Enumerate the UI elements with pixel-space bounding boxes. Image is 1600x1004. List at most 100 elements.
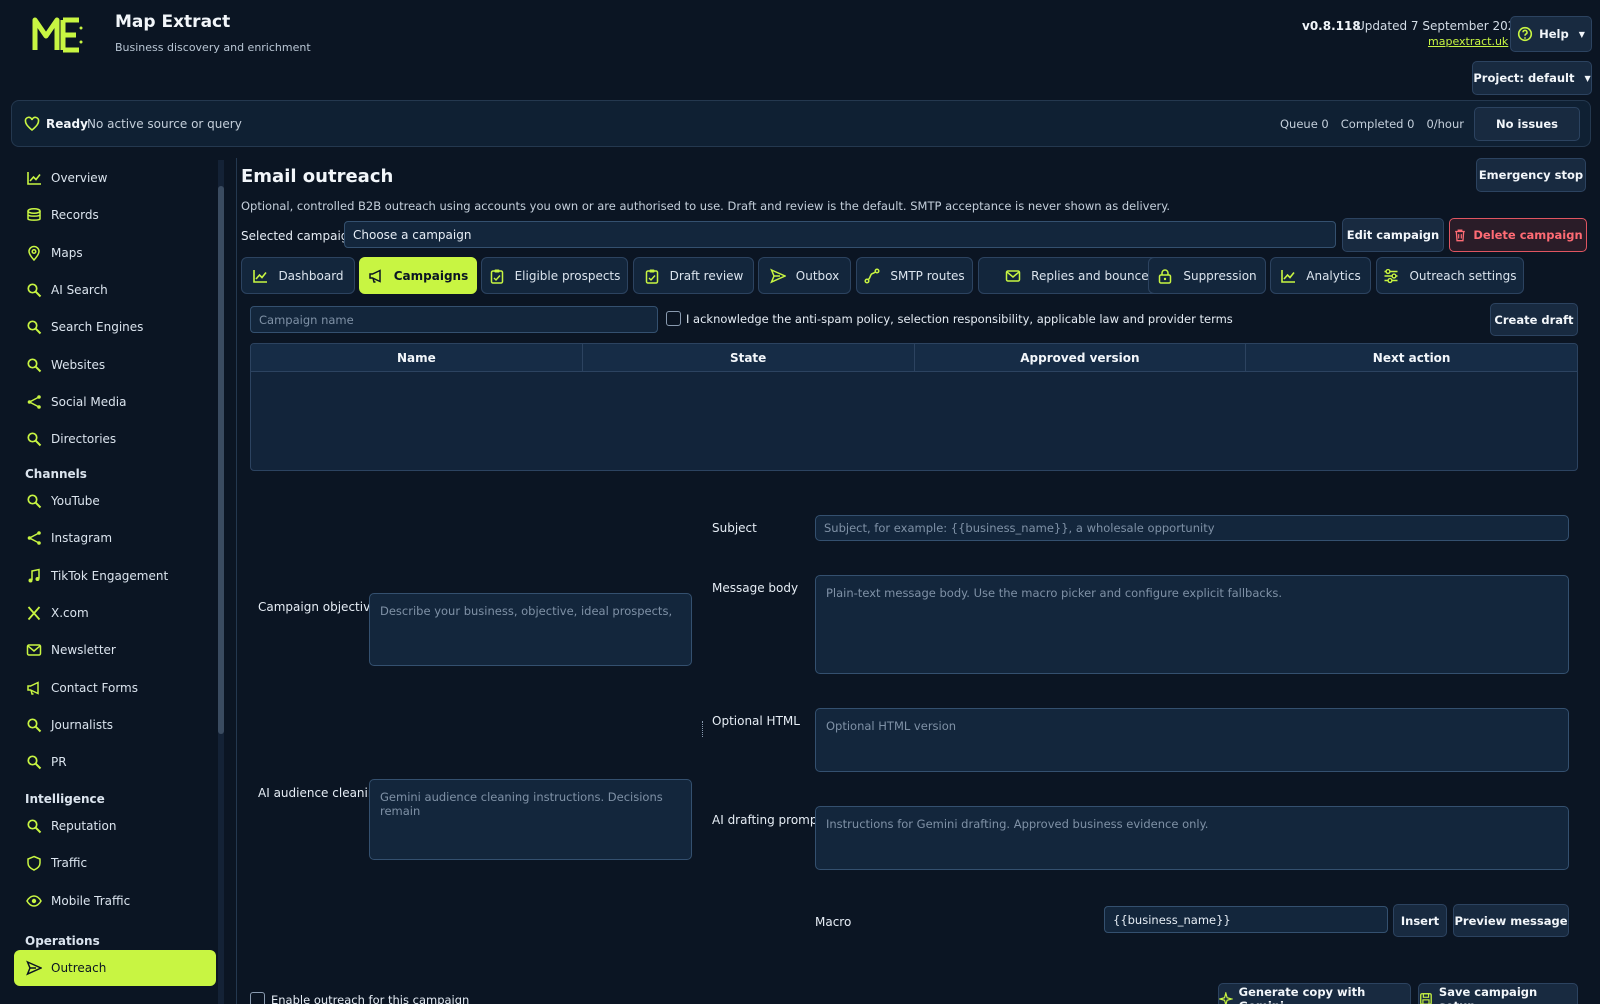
- sidebar-item-search-engines[interactable]: Search Engines: [14, 309, 216, 345]
- sidebar-item-tiktok-engagement[interactable]: TikTok Engagement: [14, 558, 216, 594]
- sidebar: Overview Records Maps AI Search Search Engin…: [14, 160, 224, 1004]
- preview-message-button[interactable]: Preview message: [1453, 904, 1569, 937]
- delete-campaign-label: Delete campaign: [1473, 228, 1583, 242]
- sidebar-item-overview[interactable]: Overview: [14, 160, 216, 196]
- updated-label: Updated 7 September 2026: [1356, 19, 1524, 33]
- tab-label: Eligible prospects: [514, 268, 621, 283]
- tab-smtp-routes[interactable]: SMTP routes: [856, 257, 973, 294]
- resize-handle[interactable]: [702, 721, 703, 737]
- app-subtitle: Business discovery and enrichment: [115, 41, 311, 54]
- chart-line-icon: [1281, 268, 1297, 283]
- lock-icon: [1159, 268, 1172, 284]
- column-state[interactable]: State: [583, 344, 915, 371]
- enable-outreach-label: Enable outreach for this campaign: [271, 993, 470, 1004]
- send-icon: [770, 268, 786, 283]
- campaign-select[interactable]: Choose a campaign: [344, 221, 1336, 248]
- tab-dashboard[interactable]: Dashboard: [241, 257, 355, 294]
- sidebar-item-reputation[interactable]: Reputation: [14, 808, 216, 844]
- tab-label: Dashboard: [278, 268, 344, 283]
- generate-copy-label: Generate copy with Gemini: [1238, 985, 1366, 1004]
- tab-outbox[interactable]: Outbox: [758, 257, 851, 294]
- message-body-input[interactable]: [815, 575, 1569, 674]
- acknowledge-checkbox[interactable]: [666, 311, 681, 326]
- tab-suppression[interactable]: Suppression: [1148, 257, 1266, 294]
- sidebar-item-label: AI Search: [51, 282, 108, 297]
- status-stats: Queue 0 Completed 0 0/hour: [1280, 117, 1464, 131]
- enable-outreach-checkbox[interactable]: [250, 992, 265, 1004]
- site-link[interactable]: mapextract.uk: [1428, 35, 1508, 48]
- macro-input[interactable]: [1104, 906, 1388, 933]
- campaign-objective-label: Campaign objective: [258, 600, 378, 614]
- campaign-name-input[interactable]: [250, 306, 658, 333]
- sidebar-scrollbar-thumb[interactable]: [218, 186, 224, 734]
- search-icon: [27, 432, 42, 447]
- sidebar-item-mobile-traffic[interactable]: Mobile Traffic: [14, 883, 216, 919]
- sidebar-item-newsletter[interactable]: Newsletter: [14, 632, 216, 668]
- sidebar-item-maps[interactable]: Maps: [14, 235, 216, 271]
- tab-draft-review[interactable]: Draft review: [633, 257, 754, 294]
- selected-campaign-label: Selected campaign: [241, 229, 357, 243]
- sidebar-item-label: Directories: [51, 432, 117, 447]
- campaign-objective-input[interactable]: [369, 593, 692, 666]
- share-icon: [26, 530, 42, 546]
- tab-analytics[interactable]: Analytics: [1270, 257, 1371, 294]
- sidebar-item-outreach[interactable]: Outreach: [14, 950, 216, 986]
- completed-count: Completed 0: [1340, 117, 1415, 131]
- sidebar-item-instagram[interactable]: Instagram: [14, 520, 216, 556]
- project-selector[interactable]: Project: default ▼: [1472, 61, 1592, 95]
- edit-campaign-button[interactable]: Edit campaign: [1342, 218, 1444, 252]
- sidebar-item-ai-search[interactable]: AI Search: [14, 272, 216, 308]
- sidebar-item-x-com[interactable]: X.com: [14, 595, 216, 631]
- ai-cleaning-label: AI audience cleaning: [258, 786, 384, 800]
- subject-input[interactable]: [815, 515, 1569, 541]
- sidebar-item-journalists[interactable]: Journalists: [14, 707, 216, 743]
- save-campaign-button[interactable]: Save campaign setup: [1418, 983, 1578, 1004]
- search-icon: [27, 819, 42, 834]
- sidebar-item-label: Mobile Traffic: [51, 893, 131, 908]
- tab-label: Analytics: [1306, 268, 1361, 283]
- macro-label: Macro: [815, 915, 852, 929]
- ai-drafting-prompt-label: AI drafting prompt: [712, 813, 823, 827]
- sidebar-item-youtube[interactable]: YouTube: [14, 483, 216, 519]
- route-icon: [864, 267, 880, 284]
- megaphone-icon: [27, 681, 39, 695]
- rate-count: 0/hour: [1426, 117, 1464, 131]
- column-name[interactable]: Name: [251, 344, 583, 371]
- sidebar-item-label: Maps: [51, 245, 83, 260]
- chart-line-icon: [27, 171, 42, 185]
- main-divider: [236, 158, 237, 1004]
- column-next-action[interactable]: Next action: [1246, 344, 1577, 371]
- insert-macro-button[interactable]: Insert: [1393, 904, 1447, 937]
- sidebar-item-label: Records: [51, 208, 99, 223]
- sidebar-item-websites[interactable]: Websites: [14, 347, 216, 383]
- sidebar-item-social-media[interactable]: Social Media: [14, 384, 216, 420]
- emergency-stop-button[interactable]: Emergency stop: [1476, 158, 1586, 192]
- optional-html-input[interactable]: [815, 708, 1569, 772]
- sidebar-item-traffic[interactable]: Traffic: [14, 845, 216, 881]
- help-button[interactable]: Help ▼: [1510, 16, 1592, 52]
- delete-campaign-button[interactable]: Delete campaign: [1449, 218, 1587, 252]
- help-label: Help: [1539, 27, 1569, 41]
- share-icon: [26, 394, 42, 410]
- tab-campaigns[interactable]: Campaigns: [359, 257, 477, 294]
- help-icon: [1518, 26, 1533, 42]
- tab-label: Outbox: [795, 268, 840, 283]
- sidebar-item-label: TikTok Engagement: [51, 568, 169, 583]
- create-draft-button[interactable]: Create draft: [1490, 303, 1578, 336]
- issues-button[interactable]: No issues: [1474, 107, 1580, 141]
- ai-cleaning-input[interactable]: [369, 779, 692, 860]
- tab-eligible-prospects[interactable]: Eligible prospects: [481, 257, 628, 294]
- sidebar-item-label: Websites: [51, 357, 106, 372]
- generate-copy-button[interactable]: Generate copy with Gemini: [1218, 983, 1411, 1004]
- sidebar-item-contact-forms[interactable]: Contact Forms: [14, 670, 216, 706]
- ai-drafting-prompt-input[interactable]: [815, 806, 1569, 870]
- app-logo: [32, 14, 84, 54]
- sidebar-item-directories[interactable]: Directories: [14, 421, 216, 457]
- sidebar-heading-channels: Channels: [25, 467, 87, 481]
- page-description: Optional, controlled B2B outreach using …: [241, 199, 1171, 213]
- table-header: Name State Approved version Next action: [251, 344, 1577, 372]
- sidebar-item-records[interactable]: Records: [14, 197, 216, 233]
- sidebar-item-pr[interactable]: PR: [14, 744, 216, 780]
- tab-outreach-settings[interactable]: Outreach settings: [1376, 257, 1524, 294]
- column-approved-version[interactable]: Approved version: [915, 344, 1247, 371]
